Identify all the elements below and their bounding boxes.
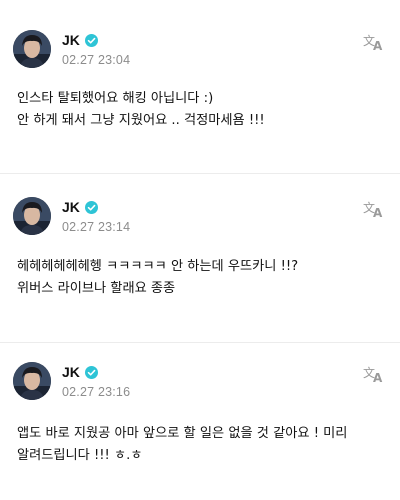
verified-badge-icon [84, 200, 98, 214]
post-line: 알려드립니다 !!! ㅎ.ㅎ [17, 448, 143, 463]
svg-text:A: A [373, 39, 383, 52]
post-line: 위버스 라이브나 할래요 종종 [17, 281, 176, 296]
avatar[interactable] [13, 362, 51, 400]
post-body: 헤헤헤헤헤헤헹 ㅋㅋㅋㅋㅋ 안 하는데 우뜨카니 !!? 위버스 라이브나 할래… [17, 256, 389, 300]
avatar-image [13, 362, 51, 400]
avatar-image [13, 197, 51, 235]
avatar[interactable] [13, 30, 51, 68]
post-timestamp: 02.27 23:16 [62, 385, 131, 399]
post-line: 헤헤헤헤헤헤헹 ㅋㅋㅋㅋㅋ 안 하는데 우뜨카니 !!? [17, 259, 299, 274]
author-name[interactable]: JK [62, 32, 80, 48]
post-divider [0, 342, 400, 343]
verified-badge-icon [84, 365, 98, 379]
post-line: 앱도 바로 지웠공 아마 앞으로 할 일은 없을 것 같아요 ! 미리 [17, 426, 348, 441]
avatar[interactable] [13, 197, 51, 235]
svg-text:A: A [373, 371, 383, 384]
post-1[interactable]: JK 02.27 23:04 文 A 인스타 탈퇴했어요 해킹 아닙니다 :) … [0, 0, 400, 170]
author-name[interactable]: JK [62, 364, 80, 380]
translate-icon[interactable]: 文 A [362, 364, 386, 384]
post-body: 앱도 바로 지웠공 아마 앞으로 할 일은 없을 것 같아요 ! 미리 알려드립… [17, 423, 389, 467]
post-timestamp: 02.27 23:04 [62, 53, 131, 67]
svg-text:A: A [373, 206, 383, 219]
post-2[interactable]: JK 02.27 23:14 文 A 헤헤헤헤헤헤헹 ㅋㅋㅋㅋㅋ 안 하는데 우… [0, 175, 400, 340]
post-line: 안 하게 돼서 그냥 지웠어요 .. 걱정마세욤 !!! [17, 113, 265, 128]
post-line: 인스타 탈퇴했어요 해킹 아닙니다 :) [17, 91, 214, 106]
verified-badge-icon [84, 33, 98, 47]
avatar-image [13, 30, 51, 68]
post-3[interactable]: JK 02.27 23:16 文 A 앱도 바로 지웠공 아마 앞으로 할 일은… [0, 344, 400, 500]
author-name[interactable]: JK [62, 199, 80, 215]
post-divider [0, 173, 400, 174]
post-timestamp: 02.27 23:14 [62, 220, 131, 234]
translate-icon[interactable]: 文 A [362, 199, 386, 219]
post-body: 인스타 탈퇴했어요 해킹 아닙니다 :) 안 하게 돼서 그냥 지웠어요 .. … [17, 88, 389, 132]
translate-icon[interactable]: 文 A [362, 32, 386, 52]
